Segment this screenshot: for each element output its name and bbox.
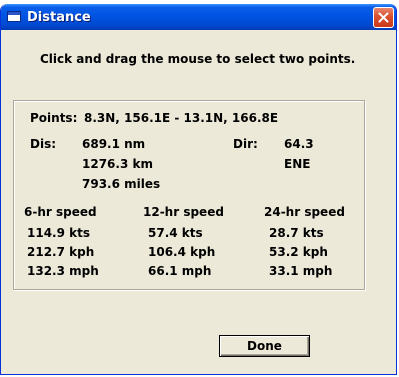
title-bar[interactable]: Distance: [1, 4, 396, 30]
speed-kph: 212.7 kph: [27, 245, 95, 259]
distance-miles: 793.6 miles: [82, 177, 161, 191]
close-icon: [378, 12, 389, 23]
speed-header: 24-hr speed: [264, 205, 345, 219]
speed-header: 6-hr speed: [24, 205, 97, 219]
window-icon: [7, 11, 21, 22]
speed-kph: 106.4 kph: [148, 245, 216, 259]
speed-mph: 66.1 mph: [148, 264, 212, 278]
distance-km: 1276.3 km: [82, 157, 153, 171]
window-title: Distance: [27, 10, 91, 25]
done-button[interactable]: Done: [219, 335, 310, 357]
speed-header: 12-hr speed: [143, 205, 224, 219]
dialog-content: Click and drag the mouse to select two p…: [4, 30, 393, 370]
speed-kts: 114.9 kts: [27, 226, 90, 240]
instructions-text: Click and drag the mouse to select two p…: [40, 52, 356, 66]
speed-mph: 33.1 mph: [269, 264, 333, 278]
points-label: Points:: [30, 111, 78, 125]
direction-label: Dir:: [233, 137, 258, 151]
close-button[interactable]: [373, 7, 394, 28]
direction-compass: ENE: [284, 157, 311, 171]
speed-kph: 53.2 kph: [269, 245, 328, 259]
points-value: 8.3N, 156.1E - 13.1N, 166.8E: [84, 111, 279, 125]
speed-kts: 28.7 kts: [269, 226, 324, 240]
distance-nm: 689.1 nm: [82, 137, 146, 151]
speed-mph: 132.3 mph: [27, 264, 99, 278]
speed-kts: 57.4 kts: [148, 226, 203, 240]
direction-degrees: 64.3: [284, 137, 314, 151]
distance-label: Dis:: [30, 137, 57, 151]
distance-dialog: Distance Click and drag the mouse to sel…: [0, 4, 397, 375]
results-group: Points: 8.3N, 156.1E - 13.1N, 166.8E Dis…: [13, 100, 365, 290]
